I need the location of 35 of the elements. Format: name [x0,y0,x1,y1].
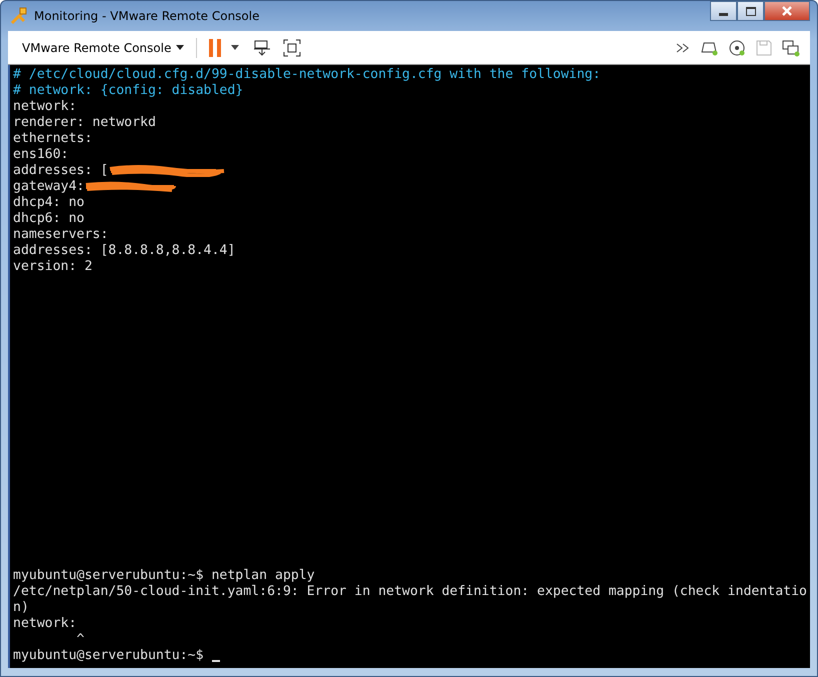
console-line: n) [13,600,29,616]
caret-icon [176,45,184,50]
minimize-button[interactable] [710,1,737,21]
console-menu-button[interactable]: VMware Remote Console [18,40,188,54]
console-line: # /etc/cloud/cloud.cfg.d/99-disable-network-config.cfg with the following: [13,67,601,83]
console-line: myubuntu@serverubuntu:~$ netplan apply [13,568,315,584]
console-line: gateway4: [13,179,84,195]
text-cursor [212,660,220,662]
network-icon[interactable] [782,38,800,56]
console-line: dhcp4: no [13,195,84,211]
disc-icon[interactable] [728,38,746,56]
pause-icon[interactable] [209,38,222,56]
drive-icon[interactable] [700,40,718,56]
window-title: Monitoring - VMware Remote Console [34,9,260,23]
console-line: dhcp6: no [13,211,84,227]
fullscreen-icon[interactable] [283,38,302,56]
console-line: ^ [76,632,84,648]
restore-button[interactable] [737,1,764,21]
chevrons-icon[interactable] [676,42,690,52]
console-line: nameservers: [13,227,108,243]
caret-icon[interactable] [231,45,240,50]
close-icon [781,6,793,16]
console-line: network: [13,616,77,632]
console-line: myubuntu@serverubuntu:~$ [13,648,205,664]
console-line: /etc/netplan/50-cloud-init.yaml:6:9: Error in network definition: expected mapping (check indentatio [13,584,807,600]
console-line: addresses: [ [13,163,108,179]
console-line: addresses: [8.8.8.8,8.8.4.4] [13,243,236,259]
console-line: renderer: networkd [13,115,156,131]
console-line: ens160: [13,147,69,163]
console-line: # network: {config: disabled} [13,83,244,99]
console-line: version: 2 [13,259,92,275]
console-line: network: [13,99,77,115]
console-line: ethernets: [13,131,92,147]
close-button[interactable] [764,1,810,21]
app-icon [10,7,28,25]
